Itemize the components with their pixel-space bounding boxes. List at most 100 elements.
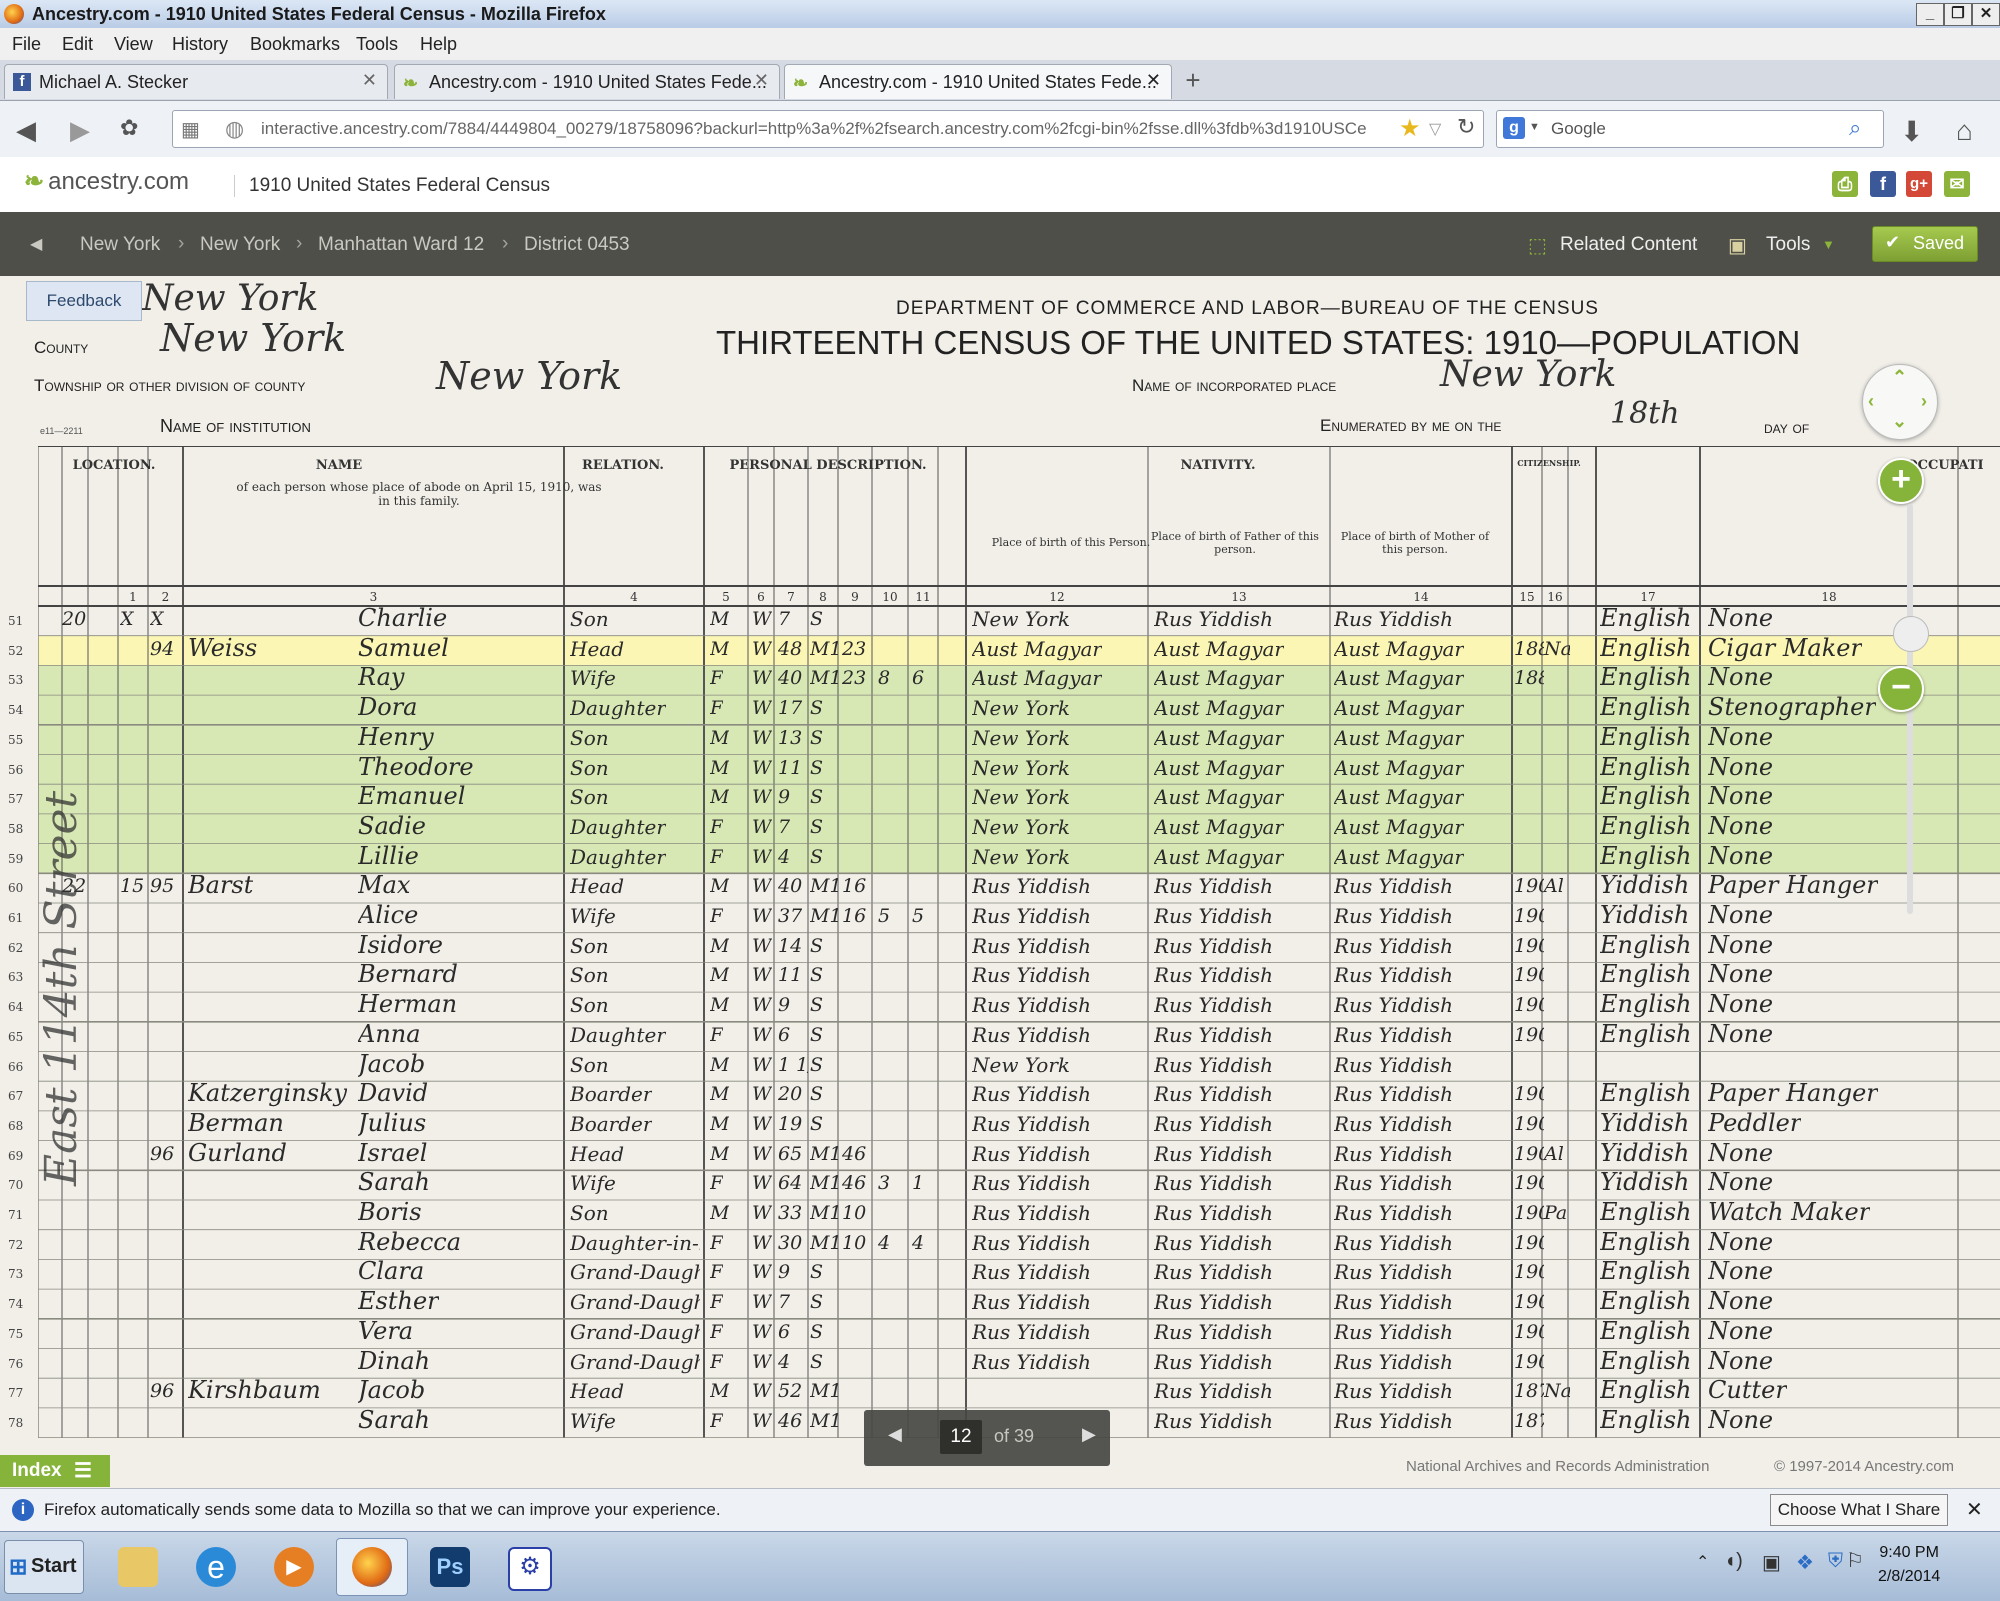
dropbox-icon[interactable]: ❖: [1796, 1550, 1814, 1575]
pan-control[interactable]: ⌃ ⌄ ‹ ›: [1862, 364, 1938, 440]
search-engine-dropdown-icon[interactable]: ▼: [1529, 121, 1540, 133]
column-number: 15: [1519, 590, 1535, 604]
taskbar-ie[interactable]: e: [180, 1538, 252, 1596]
state-value: New York: [142, 278, 319, 319]
birthplace-cell: New York: [972, 725, 1070, 750]
marital-status-cell: M1: [810, 667, 838, 690]
zoom-in-button[interactable]: +: [1878, 458, 1924, 504]
close-tab-icon[interactable]: ✕: [754, 70, 769, 91]
feedback-button[interactable]: Feedback: [26, 281, 142, 321]
network-icon[interactable]: ▣: [1762, 1550, 1781, 1575]
security-shield-icon[interactable]: ⛨: [1828, 1550, 1843, 1573]
action-center-flag-icon[interactable]: ⚐: [1846, 1548, 1864, 1573]
close-window-button[interactable]: ✕: [1972, 3, 2000, 26]
menu-help[interactable]: Help: [420, 34, 457, 55]
taskbar-network-app[interactable]: ⚙: [492, 1538, 564, 1596]
document-viewer[interactable]: New York Feedback County New York Townsh…: [0, 276, 2000, 1488]
restore-button[interactable]: ❐: [1944, 3, 1972, 26]
breadcrumb-state[interactable]: New York: [80, 234, 160, 256]
volume-icon[interactable]: ◖): [1724, 1550, 1743, 1573]
start-button[interactable]: ⊞ Start: [4, 1540, 84, 1594]
column-number: 17: [1640, 590, 1656, 604]
index-button[interactable]: Index ☰: [0, 1455, 110, 1487]
family-number-cell: 94: [150, 637, 175, 660]
pan-up-icon[interactable]: ⌃: [1892, 367, 1907, 388]
related-content-button[interactable]: Related Content: [1560, 234, 1697, 256]
url-bar[interactable]: ▦ ◍ interactive.ancestry.com/7884/444980…: [172, 110, 1484, 148]
forward-arrow-icon[interactable]: ▶: [70, 115, 90, 146]
menu-view[interactable]: View: [114, 34, 153, 55]
mother-birthplace-cell: Rus Yiddish: [1334, 1290, 1453, 1315]
addons-icon[interactable]: ✿: [120, 115, 138, 141]
menu-file[interactable]: File: [12, 34, 41, 55]
occupation-cell: Stenographer: [1708, 693, 1876, 722]
age-cell: 46: [778, 1409, 803, 1432]
email-icon[interactable]: ✉: [1944, 171, 1970, 197]
taskbar-photoshop[interactable]: Ps: [414, 1538, 486, 1596]
line-number: 73: [8, 1267, 24, 1282]
dropdown-chevron-icon[interactable]: ▽: [1429, 119, 1441, 139]
close-tab-icon[interactable]: ✕: [1146, 70, 1161, 91]
collapse-arrow-icon[interactable]: ◀: [30, 234, 42, 254]
new-tab-button[interactable]: +: [1176, 66, 1210, 96]
tab-ancestry-active[interactable]: ❧ Ancestry.com - 1910 United States Fede…: [784, 64, 1172, 99]
taskbar-firefox[interactable]: [336, 1538, 408, 1596]
print-icon[interactable]: ⎙: [1832, 171, 1858, 197]
language-cell: English: [1600, 1287, 1692, 1316]
marital-status-cell: M1: [810, 1172, 838, 1195]
line-number: 61: [8, 911, 24, 925]
pan-left-icon[interactable]: ‹: [1868, 391, 1874, 412]
breadcrumb-district[interactable]: District 0453: [524, 234, 630, 256]
father-birthplace-cell: Rus Yiddish: [1154, 1141, 1273, 1166]
tab-facebook[interactable]: f Michael A. Stecker ✕: [4, 64, 388, 99]
menu-edit[interactable]: Edit: [62, 34, 93, 55]
ancestry-logo[interactable]: ❧ ancestry.com: [24, 167, 189, 196]
menu-bookmarks[interactable]: Bookmarks: [250, 34, 340, 55]
close-tab-icon[interactable]: ✕: [362, 70, 377, 91]
google-plus-icon[interactable]: g+: [1906, 171, 1932, 197]
given-name-cell: Jacob: [358, 1049, 426, 1078]
pan-right-icon[interactable]: ›: [1921, 391, 1927, 412]
zoom-out-button[interactable]: −: [1878, 666, 1924, 712]
taskbar-media[interactable]: ▶: [258, 1538, 330, 1596]
bookmark-star-icon[interactable]: ★: [1399, 114, 1421, 143]
tools-button[interactable]: Tools: [1766, 234, 1810, 256]
tray-expand-icon[interactable]: ⌃: [1696, 1552, 1709, 1572]
occupation-cell: None: [1708, 1019, 1774, 1048]
search-icon[interactable]: ⌕: [1849, 115, 1861, 141]
age-cell: 14: [778, 934, 803, 957]
breadcrumb-county[interactable]: New York: [200, 234, 280, 256]
google-icon[interactable]: g: [1503, 117, 1525, 139]
system-clock[interactable]: 9:40 PM 2/8/2014: [1878, 1544, 1940, 1586]
minimize-button[interactable]: _: [1916, 3, 1944, 26]
tab-ancestry-1[interactable]: ❧ Ancestry.com - 1910 United States Fede…: [394, 64, 780, 99]
close-notification-icon[interactable]: ✕: [1966, 1497, 1983, 1522]
race-cell: W: [752, 1053, 772, 1076]
immigration-year-cell: 1906: [1514, 1231, 1544, 1254]
tools-dropdown-icon[interactable]: ▼: [1822, 237, 1835, 252]
sex-cell: M: [710, 637, 730, 660]
birthplace-cell: Rus Yiddish: [972, 1230, 1091, 1255]
reload-icon[interactable]: ↻: [1457, 114, 1475, 140]
township-label: Township or other division of county: [34, 376, 306, 395]
previous-image-icon[interactable]: ◀: [888, 1424, 902, 1445]
back-arrow-icon[interactable]: ◀: [16, 115, 36, 146]
next-image-icon[interactable]: ▶: [1082, 1424, 1096, 1445]
column-number: 10: [882, 590, 898, 604]
choose-what-i-share-button[interactable]: Choose What I Share: [1770, 1494, 1948, 1526]
start-label: Start: [31, 1555, 77, 1577]
pan-down-icon[interactable]: ⌄: [1892, 411, 1907, 432]
tab-groups-icon[interactable]: ▦: [181, 117, 200, 142]
zoom-slider-thumb[interactable]: [1893, 616, 1929, 652]
menu-history[interactable]: History: [172, 34, 228, 55]
breadcrumb-ward[interactable]: Manhattan Ward 12: [318, 234, 484, 256]
menu-tools[interactable]: Tools: [356, 34, 398, 55]
page-number-input[interactable]: 12: [940, 1420, 982, 1454]
facebook-share-icon[interactable]: f: [1870, 171, 1896, 197]
download-icon[interactable]: ⬇: [1900, 115, 1923, 148]
given-name-cell: Boris: [358, 1198, 422, 1226]
saved-button[interactable]: ✔ Saved: [1872, 226, 1978, 262]
home-icon[interactable]: ⌂: [1956, 115, 1973, 147]
search-bar[interactable]: g ▼ Google ⌕: [1496, 110, 1884, 148]
taskbar-explorer[interactable]: [102, 1538, 174, 1596]
